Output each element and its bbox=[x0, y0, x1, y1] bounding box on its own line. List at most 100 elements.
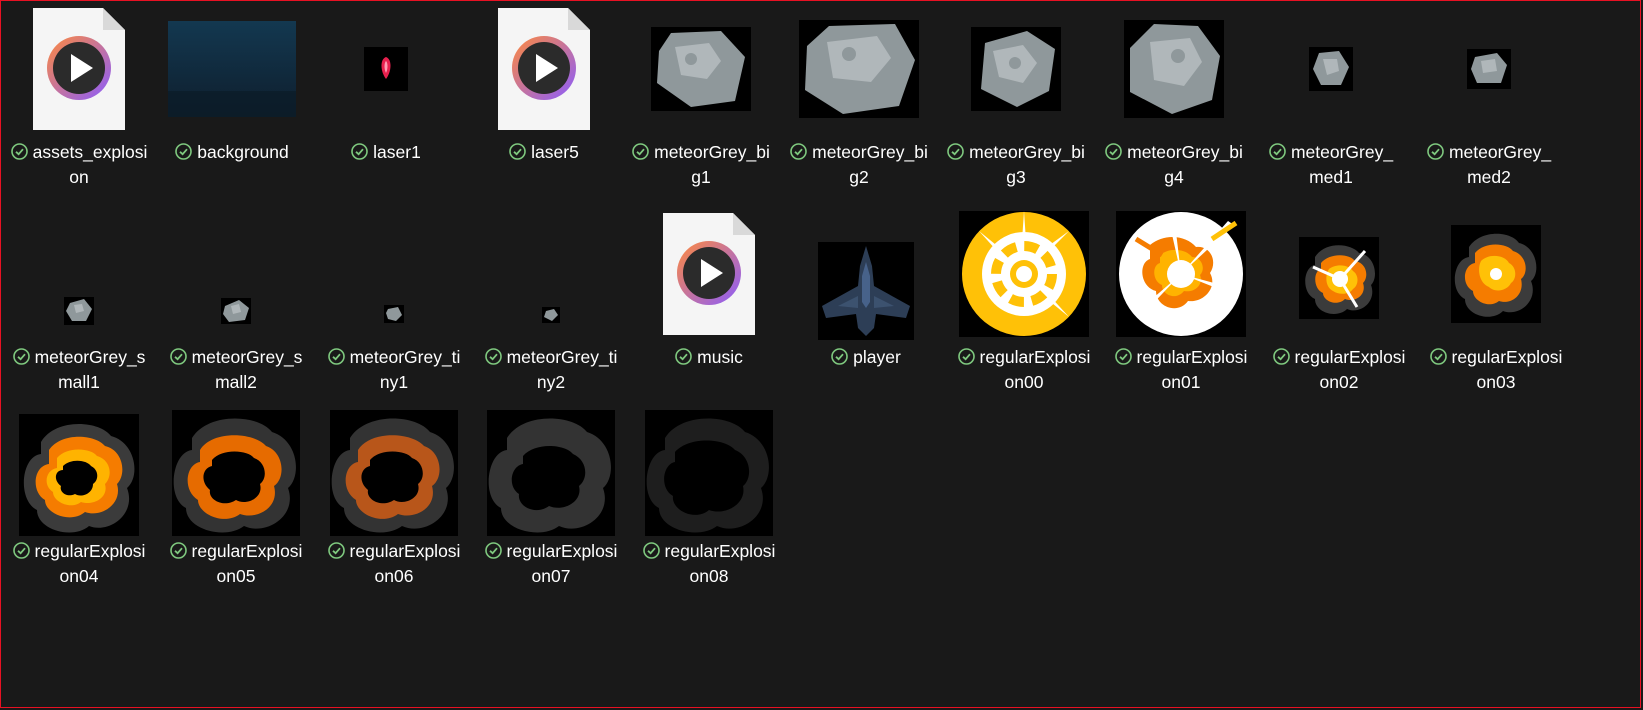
check-circle-icon bbox=[632, 143, 649, 160]
check-circle-icon bbox=[10, 143, 28, 160]
check-circle-icon bbox=[831, 348, 848, 365]
explosion-thumbnail bbox=[949, 209, 1099, 339]
meteor-thumbnail bbox=[626, 4, 776, 134]
check-circle-icon bbox=[509, 143, 526, 160]
meteor-thumbnail bbox=[1414, 4, 1564, 134]
check-circle-icon bbox=[1272, 348, 1290, 365]
file-item-regularexplosion08[interactable]: regularExplosion08 bbox=[634, 403, 784, 603]
file-name: regularExplosion06 bbox=[319, 539, 469, 589]
meteor-thumbnail bbox=[319, 209, 469, 339]
file-name: regularExplosion01 bbox=[1106, 345, 1256, 395]
background-thumbnail bbox=[157, 4, 307, 134]
file-name: meteorGrey_med1 bbox=[1256, 140, 1406, 190]
meteor-thumbnail bbox=[941, 4, 1091, 134]
file-item-regularexplosion03[interactable]: regularExplosion03 bbox=[1421, 209, 1571, 409]
file-item-meteorgrey-big1[interactable]: meteorGrey_big1 bbox=[626, 4, 776, 204]
file-name: regularExplosion02 bbox=[1264, 345, 1414, 395]
meteor-thumbnail bbox=[1256, 4, 1406, 134]
check-circle-icon bbox=[12, 348, 30, 365]
media-file-icon bbox=[498, 8, 590, 130]
file-name: meteorGrey_big4 bbox=[1099, 140, 1249, 190]
check-circle-icon bbox=[642, 542, 660, 559]
file-item-regularexplosion07[interactable]: regularExplosion07 bbox=[476, 403, 626, 603]
file-item-regularexplosion02[interactable]: regularExplosion02 bbox=[1264, 209, 1414, 409]
check-circle-icon bbox=[484, 542, 502, 559]
check-circle-icon bbox=[351, 143, 368, 160]
file-item-meteorgrey-small2[interactable]: meteorGrey_small2 bbox=[161, 209, 311, 409]
explosion-thumbnail bbox=[319, 403, 469, 536]
check-circle-icon bbox=[675, 348, 692, 365]
file-name: meteorGrey_small2 bbox=[161, 345, 311, 395]
check-circle-icon bbox=[1427, 143, 1444, 160]
file-name: background bbox=[157, 140, 307, 165]
media-file-icon bbox=[663, 213, 755, 335]
file-item-meteorgrey-med2[interactable]: meteorGrey_med2 bbox=[1414, 4, 1564, 204]
file-explorer-view: assets_explosion background laser1 laser… bbox=[0, 0, 1641, 708]
check-circle-icon bbox=[790, 143, 807, 160]
file-item-regularexplosion00[interactable]: regularExplosion00 bbox=[949, 209, 1099, 409]
file-item-regularexplosion04[interactable]: regularExplosion04 bbox=[4, 403, 154, 603]
file-item-meteorgrey-big4[interactable]: meteorGrey_big4 bbox=[1099, 4, 1249, 204]
explosion-thumbnail bbox=[1106, 209, 1256, 339]
check-circle-icon bbox=[169, 348, 187, 365]
file-name: meteorGrey_big1 bbox=[626, 140, 776, 190]
file-name: player bbox=[791, 345, 941, 370]
file-item-music[interactable]: music bbox=[634, 209, 784, 409]
check-circle-icon bbox=[1114, 348, 1132, 365]
explosion-thumbnail bbox=[1264, 209, 1414, 339]
file-name: meteorGrey_tiny2 bbox=[476, 345, 626, 395]
check-circle-icon bbox=[957, 348, 975, 365]
file-item-meteorgrey-big3[interactable]: meteorGrey_big3 bbox=[941, 4, 1091, 204]
file-item-meteorgrey-med1[interactable]: meteorGrey_med1 bbox=[1256, 4, 1406, 204]
file-name: meteorGrey_big3 bbox=[941, 140, 1091, 190]
check-circle-icon bbox=[327, 348, 345, 365]
file-item-meteorgrey-small1[interactable]: meteorGrey_small1 bbox=[4, 209, 154, 409]
meteor-thumbnail bbox=[476, 209, 626, 339]
file-name: meteorGrey_med2 bbox=[1414, 140, 1564, 190]
check-circle-icon bbox=[484, 348, 502, 365]
file-name: laser5 bbox=[469, 140, 619, 165]
media-file-icon bbox=[33, 8, 125, 130]
file-name: regularExplosion08 bbox=[634, 539, 784, 589]
file-item-laser5[interactable]: laser5 bbox=[469, 4, 619, 204]
file-item-player[interactable]: player bbox=[791, 209, 941, 409]
file-item-meteorgrey-tiny2[interactable]: meteorGrey_tiny2 bbox=[476, 209, 626, 409]
check-circle-icon bbox=[1105, 143, 1122, 160]
file-name: meteorGrey_small1 bbox=[4, 345, 154, 395]
ship-thumbnail bbox=[791, 209, 941, 340]
check-circle-icon bbox=[1269, 143, 1286, 160]
check-circle-icon bbox=[1429, 348, 1447, 365]
meteor-thumbnail bbox=[4, 209, 154, 339]
file-name: meteorGrey_tiny1 bbox=[319, 345, 469, 395]
file-item-meteorgrey-big2[interactable]: meteorGrey_big2 bbox=[784, 4, 934, 204]
file-item-meteorgrey-tiny1[interactable]: meteorGrey_tiny1 bbox=[319, 209, 469, 409]
file-item-laser1[interactable]: laser1 bbox=[311, 4, 461, 204]
explosion-thumbnail bbox=[1421, 209, 1571, 339]
explosion-thumbnail bbox=[476, 403, 626, 536]
check-circle-icon bbox=[175, 143, 193, 160]
file-name: regularExplosion00 bbox=[949, 345, 1099, 395]
explosion-thumbnail bbox=[634, 403, 784, 536]
file-item-regularexplosion06[interactable]: regularExplosion06 bbox=[319, 403, 469, 603]
laser-thumbnail bbox=[311, 4, 461, 134]
video-file-thumbnail bbox=[634, 209, 784, 339]
meteor-thumbnail bbox=[161, 209, 311, 339]
file-name: meteorGrey_big2 bbox=[784, 140, 934, 190]
file-item-assets-explosion[interactable]: assets_explosion bbox=[4, 4, 154, 204]
check-circle-icon bbox=[12, 542, 30, 559]
file-item-background[interactable]: background bbox=[157, 4, 307, 204]
file-item-regularexplosion05[interactable]: regularExplosion05 bbox=[161, 403, 311, 603]
meteor-thumbnail bbox=[1099, 4, 1249, 134]
video-file-thumbnail bbox=[4, 4, 154, 134]
check-circle-icon bbox=[169, 542, 187, 559]
file-name: regularExplosion07 bbox=[476, 539, 626, 589]
meteor-thumbnail bbox=[784, 4, 934, 134]
video-file-thumbnail bbox=[469, 4, 619, 134]
file-name: regularExplosion05 bbox=[161, 539, 311, 589]
file-name: laser1 bbox=[311, 140, 461, 165]
file-name: music bbox=[634, 345, 784, 370]
file-name: assets_explosion bbox=[4, 140, 154, 190]
explosion-thumbnail bbox=[4, 403, 154, 536]
check-circle-icon bbox=[947, 143, 964, 160]
file-item-regularexplosion01[interactable]: regularExplosion01 bbox=[1106, 209, 1256, 409]
